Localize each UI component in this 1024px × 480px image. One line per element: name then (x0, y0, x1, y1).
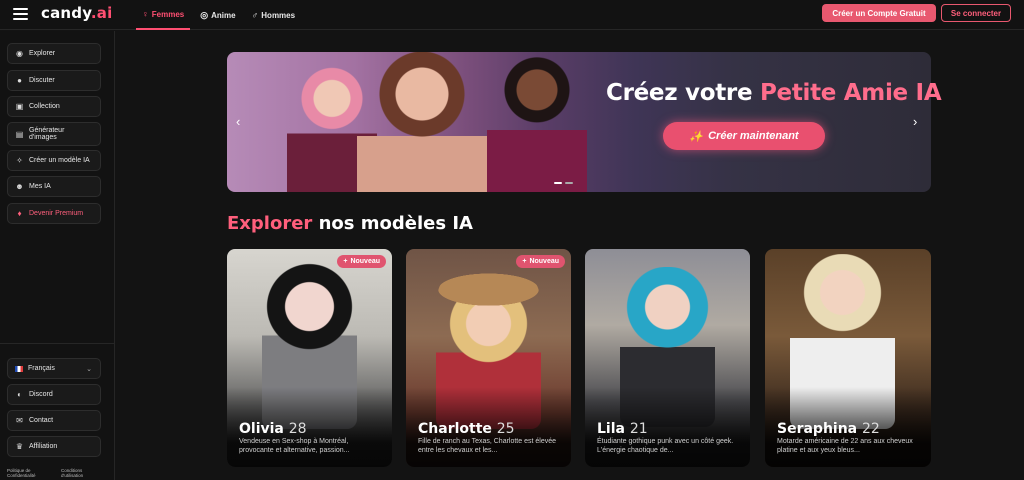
section-title: Explorer nos modèles IA (227, 213, 473, 234)
hero-model-image (487, 54, 587, 192)
hero-model-image (357, 52, 487, 192)
plus-icon: + (522, 258, 527, 265)
tab-femmes[interactable]: ♀ Femmes (136, 0, 191, 30)
plus-icon: + (343, 258, 348, 265)
model-card-olivia[interactable]: + Nouveau Olivia 28 Vendeuse en Sex-shop … (227, 249, 392, 467)
badge-label: Nouveau (529, 258, 559, 265)
language-label: Français (28, 365, 55, 372)
carousel-dots (554, 182, 573, 184)
sidebar-item-mes-ia[interactable]: ☻ Mes IA (7, 176, 101, 197)
tab-label: Anime (211, 10, 236, 20)
flag-icon (15, 365, 23, 372)
logo-main: candy (41, 4, 91, 22)
model-age: 25 (496, 421, 515, 437)
sidebar-item-label: Devenir Premium (29, 210, 84, 217)
magic-wand-icon: ✨ (689, 130, 704, 143)
my-ai-icon: ☻ (15, 182, 24, 191)
tab-label: Hommes (261, 10, 296, 20)
sidebar-item-collection[interactable]: ▣ Collection (7, 96, 101, 117)
hero-title-highlight: Petite Amie IA (759, 80, 942, 106)
sidebar-divider (0, 343, 115, 344)
sidebar-item-creer-modele[interactable]: ✧ Créer un modèle IA (7, 150, 101, 171)
sidebar-item-label: Créer un modèle IA (29, 157, 90, 164)
privacy-link[interactable]: Politique de Confidentialité (7, 468, 47, 478)
footer-links: Politique de Confidentialité Conditions … (7, 468, 101, 478)
model-age: 21 (629, 421, 648, 437)
model-description: Vendeuse en Sex-shop à Montréal, provoca… (239, 438, 350, 454)
new-badge: + Nouveau (516, 255, 565, 268)
sidebar-item-label: Contact (29, 417, 54, 424)
model-name-row: Lila 21 (597, 421, 648, 437)
image-generator-icon: ▤ (15, 129, 24, 139)
chevron-right-icon[interactable]: › (913, 114, 917, 129)
sidebar-item-label: Collection (29, 103, 60, 110)
male-icon: ♂ (251, 10, 259, 20)
female-icon: ♀ (142, 9, 149, 19)
trophy-icon: ♛ (15, 442, 24, 451)
magic-wand-icon: ✧ (16, 156, 23, 165)
language-select[interactable]: Français ⌄ (7, 358, 101, 379)
gender-tabs: ♀ Femmes ◎ Anime ♂ Hommes (136, 0, 305, 30)
logo[interactable]: candy.ai (41, 4, 112, 22)
model-name-row: Charlotte 25 (418, 421, 515, 437)
top-bar: candy.ai ♀ Femmes ◎ Anime ♂ Hommes Créer… (0, 0, 1024, 30)
tab-hommes[interactable]: ♂ Hommes (246, 0, 302, 30)
sidebar-item-generateur[interactable]: ▤ Générateur d'images (7, 122, 101, 146)
model-name: Lila (597, 421, 625, 437)
model-name-row: Olivia 28 (239, 421, 307, 437)
chevron-left-icon[interactable]: ‹ (236, 114, 240, 129)
diamond-icon: ♦ (17, 209, 22, 218)
model-description: Motarde américaine de 22 ans aux cheveux… (777, 438, 913, 454)
sidebar: ◉ Explorer ● Discuter ▣ Collection ▤ Gén… (0, 31, 115, 480)
sidebar-item-label: Générateur d'images (29, 127, 65, 141)
carousel-dot[interactable] (554, 182, 562, 184)
sidebar-item-label: Explorer (29, 50, 56, 57)
discord-icon: ◐ (17, 390, 22, 399)
hero-title-prefix: Créez votre (606, 80, 753, 106)
model-name-row: Seraphina 22 (777, 421, 880, 437)
badge-label: Nouveau (350, 258, 380, 265)
create-now-button[interactable]: ✨ Créer maintenant (663, 122, 825, 150)
tab-anime[interactable]: ◎ Anime (194, 0, 241, 30)
model-age: 28 (288, 421, 307, 437)
model-age: 22 (862, 421, 880, 437)
model-description: Étudiante gothique punk avec un côté gee… (597, 438, 734, 454)
model-name: Charlotte (418, 421, 492, 437)
chat-icon: ● (17, 76, 22, 85)
section-title-highlight: Explorer (227, 213, 313, 234)
model-card-lila[interactable]: Lila 21 Étudiante gothique punk avec un … (585, 249, 750, 467)
model-card-charlotte[interactable]: + Nouveau Charlotte 25 Fille de ranch au … (406, 249, 571, 467)
model-name: Olivia (239, 421, 284, 437)
tab-label: Femmes (151, 9, 185, 19)
logo-accent: .ai (90, 4, 113, 22)
sidebar-item-affiliation[interactable]: ♛ Affiliation (7, 436, 101, 457)
model-card-seraphina[interactable]: Seraphina 22 Motarde américaine de 22 an… (765, 249, 931, 467)
sidebar-item-label: Discuter (29, 77, 55, 84)
signup-button[interactable]: Créer un Compte Gratuit (822, 4, 936, 22)
compass-icon: ◉ (16, 49, 23, 58)
model-name: Seraphina (777, 421, 858, 437)
menu-icon[interactable] (13, 8, 28, 20)
contact-icon: ✉ (16, 416, 23, 425)
sidebar-item-contact[interactable]: ✉ Contact (7, 410, 101, 431)
model-description: Fille de ranch au Texas, Charlotte est é… (418, 438, 557, 454)
hero-title: Créez votre Petite Amie IA (606, 80, 942, 106)
sidebar-item-label: Mes IA (29, 183, 51, 190)
sidebar-item-discord[interactable]: ◐ Discord (7, 384, 101, 405)
sidebar-item-premium[interactable]: ♦ Devenir Premium (7, 203, 101, 224)
chevron-down-icon: ⌄ (86, 365, 92, 373)
anime-icon: ◎ (200, 9, 209, 20)
collection-icon: ▣ (15, 102, 24, 111)
login-button[interactable]: Se connecter (941, 4, 1011, 22)
sidebar-item-discuter[interactable]: ● Discuter (7, 70, 101, 91)
new-badge: + Nouveau (337, 255, 386, 268)
terms-link[interactable]: Conditions d'utilisation (61, 468, 101, 478)
carousel-dot[interactable] (565, 182, 573, 184)
sidebar-item-label: Discord (29, 391, 53, 398)
sidebar-item-label: Affiliation (29, 443, 58, 450)
cta-label: Créer maintenant (708, 130, 799, 142)
section-title-rest: nos modèles IA (318, 213, 473, 234)
sidebar-item-explorer[interactable]: ◉ Explorer (7, 43, 101, 64)
hero-banner[interactable] (227, 52, 931, 192)
